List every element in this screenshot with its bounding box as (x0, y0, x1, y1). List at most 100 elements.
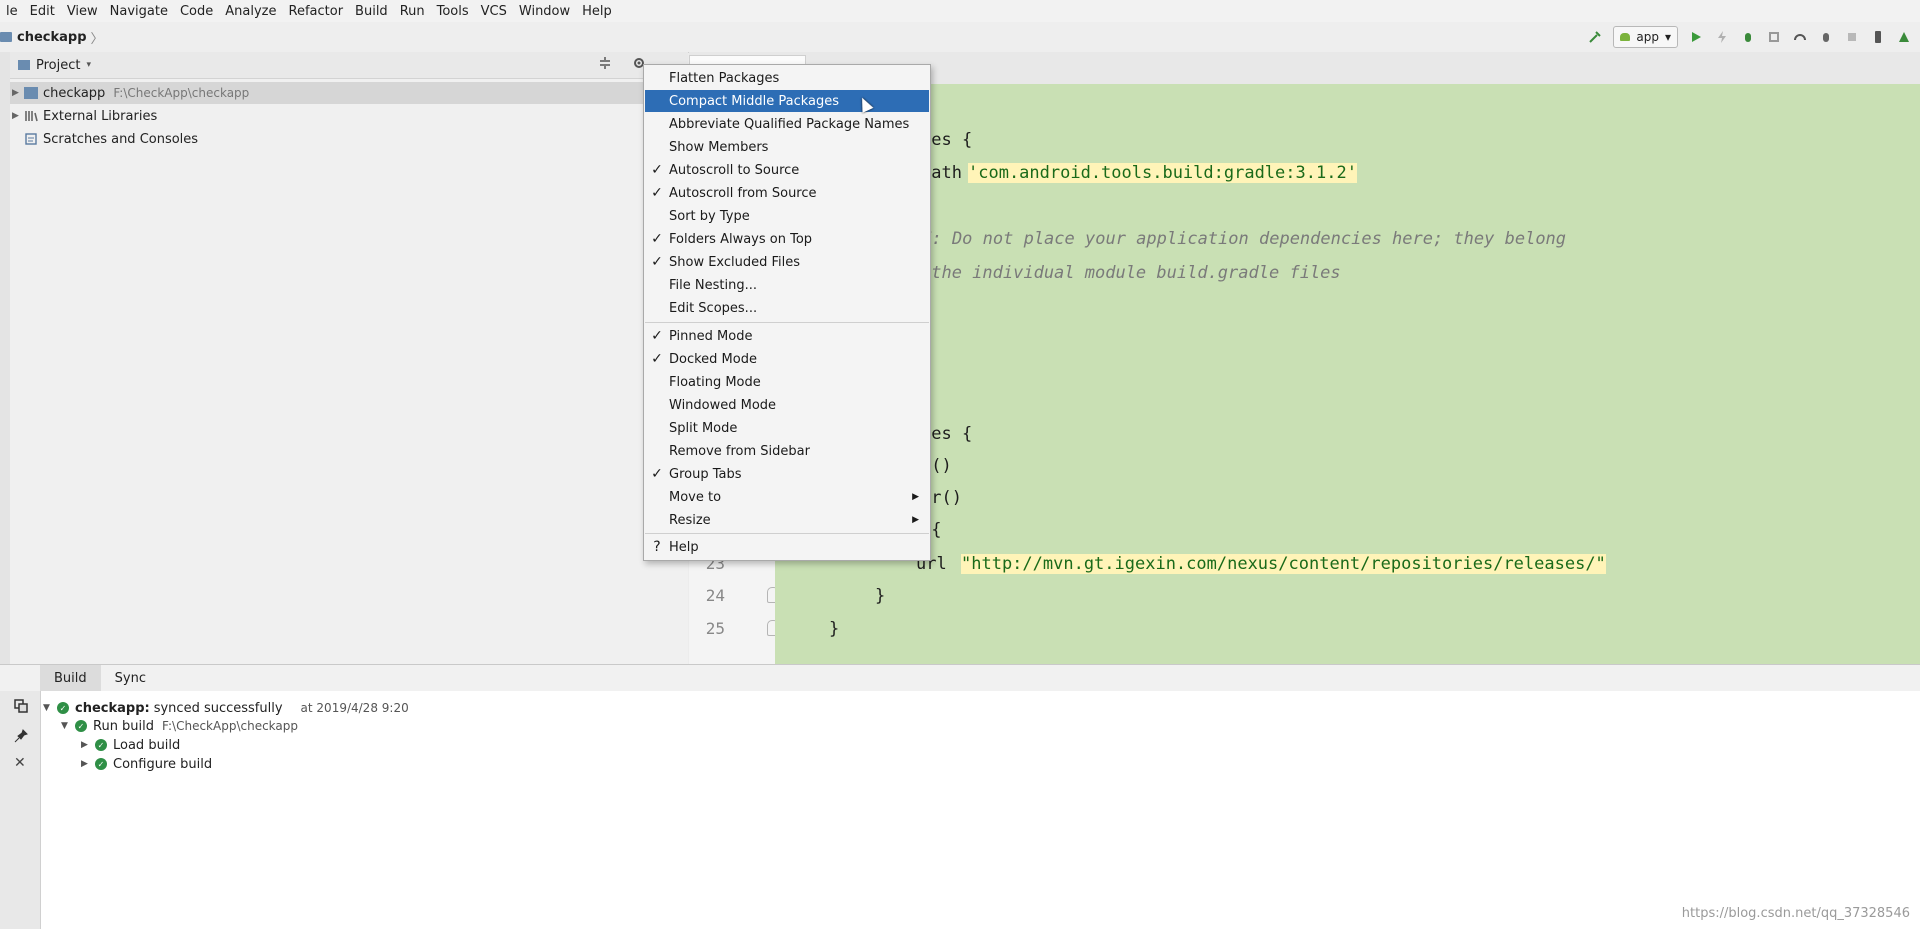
success-icon: ✓ (57, 702, 69, 714)
chevron-down-icon: ▾ (1664, 30, 1671, 44)
menu-item-floating-mode[interactable]: Floating Mode (645, 371, 929, 393)
build-row-run-build[interactable]: ▼ ✓ Run build F:\CheckApp\checkapp (61, 717, 298, 735)
menu-item-group-tabs[interactable]: ✓ Group Tabs (645, 463, 929, 485)
make-project-icon[interactable] (1587, 29, 1603, 45)
code-comment: TE: Do not place your application depend… (911, 229, 1567, 249)
build-row-time: at 2019/4/28 9:20 (300, 701, 409, 715)
pin-icon[interactable] (14, 729, 28, 747)
apply-changes-icon[interactable] (1714, 29, 1730, 45)
menu-item-remove-from-sidebar[interactable]: Remove from Sidebar (645, 440, 929, 462)
close-icon[interactable]: ✕ (14, 755, 26, 771)
collapse-all-icon[interactable] (598, 56, 612, 74)
menu-item-show-members[interactable]: Show Members (645, 136, 929, 158)
menu-run[interactable]: Run (394, 4, 431, 19)
run-configuration-label: app (1636, 30, 1659, 44)
menu-vcs[interactable]: VCS (475, 4, 513, 19)
menu-edit[interactable]: Edit (24, 4, 61, 19)
attach-debugger-icon[interactable] (1818, 29, 1834, 45)
code-editor[interactable]: ies { path 'com.android.tools.build:grad… (775, 84, 1920, 664)
menu-item-label: Move to (669, 489, 722, 505)
project-view-icon (18, 60, 30, 70)
menu-item-abbreviate-qualified-package-names[interactable]: Abbreviate Qualified Package Names (645, 113, 929, 135)
collapse-arrow-icon[interactable]: ▼ (61, 721, 75, 731)
expand-arrow-icon[interactable]: ▶ (81, 759, 95, 769)
project-folder-icon (0, 32, 12, 42)
toggle-view-icon[interactable] (14, 699, 28, 717)
menu-file[interactable]: le (0, 4, 24, 19)
code-comment: the individual module build.gradle files (921, 263, 1341, 283)
avd-manager-icon[interactable] (1870, 29, 1886, 45)
menu-code[interactable]: Code (174, 4, 219, 19)
run-configuration-select[interactable]: app ▾ (1613, 26, 1678, 48)
check-icon: ✓ (651, 254, 663, 270)
menu-window[interactable]: Window (513, 4, 576, 19)
menu-item-file-nesting[interactable]: File Nesting... (645, 274, 929, 296)
menu-item-label: Show Members (669, 139, 769, 155)
expand-arrow-icon[interactable]: ▶ (12, 88, 24, 98)
profile-icon[interactable] (1792, 29, 1808, 45)
build-row-label: Configure build (113, 756, 213, 772)
tab-build[interactable]: Build (40, 665, 101, 691)
menu-item-label: Docked Mode (669, 351, 757, 367)
menu-refactor[interactable]: Refactor (283, 4, 350, 19)
menu-item-resize[interactable]: Resize ▶ (645, 509, 929, 531)
menu-navigate[interactable]: Navigate (104, 4, 174, 19)
code-line: } (875, 586, 886, 606)
tree-item-label: Scratches and Consoles (43, 131, 199, 147)
project-panel-header: Project ▾ (10, 52, 688, 79)
menu-item-label: Autoscroll to Source (669, 162, 800, 178)
check-icon: ✓ (651, 328, 663, 344)
menu-item-sort-by-type[interactable]: Sort by Type (645, 205, 929, 227)
breadcrumb-project[interactable]: checkapp (17, 30, 87, 45)
menu-item-label: Show Excluded Files (669, 254, 801, 270)
build-row-detail: synced successfully (153, 700, 283, 716)
tree-item-external-libraries[interactable]: ▶ External Libraries (10, 105, 688, 127)
menu-item-autoscroll-from-source[interactable]: ✓ Autoscroll from Source (645, 182, 929, 204)
menu-item-edit-scopes[interactable]: Edit Scopes... (645, 297, 929, 319)
code-string: "http://mvn.gt.igexin.com/nexus/content/… (961, 554, 1606, 574)
run-icon[interactable] (1688, 29, 1704, 45)
menu-item-docked-mode[interactable]: ✓ Docked Mode (645, 348, 929, 370)
breadcrumb[interactable]: checkapp 〉 (0, 22, 104, 52)
menu-item-label: Resize (669, 512, 711, 528)
tree-item-scratches[interactable]: Scratches and Consoles (10, 128, 688, 150)
check-icon: ✓ (651, 162, 663, 178)
menu-item-folders-always-on-top[interactable]: ✓ Folders Always on Top (645, 228, 929, 250)
menu-item-autoscroll-to-source[interactable]: ✓ Autoscroll to Source (645, 159, 929, 181)
menu-item-flatten-packages[interactable]: Flatten Packages (645, 67, 929, 89)
tree-item-checkapp[interactable]: ▶ checkapp F:\CheckApp\checkapp (10, 82, 688, 104)
build-row-load-build[interactable]: ▶ ✓ Load build (81, 736, 180, 754)
expand-arrow-icon[interactable]: ▶ (81, 740, 95, 750)
menu-tools[interactable]: Tools (431, 4, 475, 19)
success-icon: ✓ (75, 720, 87, 732)
collapse-arrow-icon[interactable]: ▼ (43, 703, 57, 713)
chevron-down-icon[interactable]: ▾ (86, 60, 91, 70)
check-icon: ✓ (651, 351, 663, 367)
menu-item-windowed-mode[interactable]: Windowed Mode (645, 394, 929, 416)
menu-item-compact-middle-packages[interactable]: Compact Middle Packages (645, 90, 929, 112)
build-row-configure-build[interactable]: ▶ ✓ Configure build (81, 755, 212, 773)
debug-icon[interactable] (1740, 29, 1756, 45)
stop-icon[interactable] (1844, 29, 1860, 45)
code-string: 'com.android.tools.build:gradle:3.1.2' (968, 163, 1357, 183)
coverage-icon[interactable] (1766, 29, 1782, 45)
menu-item-label: Floating Mode (669, 374, 761, 390)
build-row-label: checkapp: (75, 700, 150, 716)
expand-arrow-icon[interactable]: ▶ (12, 111, 24, 121)
menu-separator (645, 322, 929, 323)
menu-item-pinned-mode[interactable]: ✓ Pinned Mode (645, 325, 929, 347)
menu-view[interactable]: View (61, 4, 104, 19)
menu-item-show-excluded-files[interactable]: ✓ Show Excluded Files (645, 251, 929, 273)
main-toolbar: app ▾ (1587, 26, 1912, 48)
build-row-sync[interactable]: ▼ ✓ checkapp: synced successfully at 201… (43, 699, 409, 717)
menu-help[interactable]: Help (576, 4, 618, 19)
menu-item-split-mode[interactable]: Split Mode (645, 417, 929, 439)
sdk-manager-icon[interactable] (1896, 29, 1912, 45)
project-options-menu: Flatten Packages Compact Middle Packages… (643, 64, 931, 561)
menu-item-help[interactable]: ? Help (645, 536, 929, 558)
menu-build[interactable]: Build (349, 4, 394, 19)
menu-item-move-to[interactable]: Move to ▶ (645, 486, 929, 508)
tab-sync[interactable]: Sync (101, 665, 160, 691)
project-view-title[interactable]: Project (36, 58, 80, 73)
menu-analyze[interactable]: Analyze (219, 4, 282, 19)
